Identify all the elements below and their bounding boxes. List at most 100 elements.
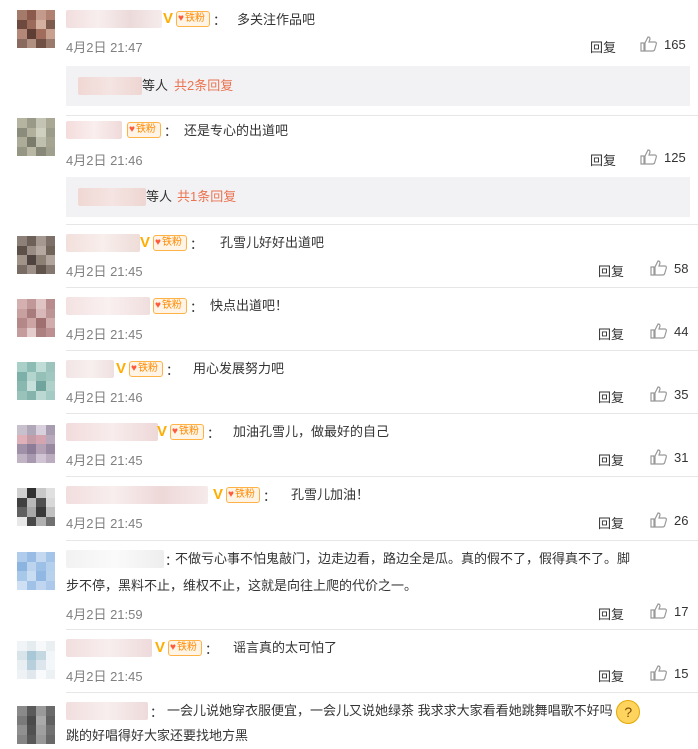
user-badges: V ♥ 铁粉 ： (157, 423, 220, 441)
like-button[interactable]: 44 (650, 323, 688, 339)
reply-button[interactable]: 回复 (598, 513, 624, 532)
comment-time: 4月2日 21:59 (66, 607, 143, 622)
like-button[interactable]: 17 (650, 603, 688, 619)
user-badges: V ♥ 铁粉 ： (213, 486, 276, 504)
comment-text: 谣言真的太可怕了 (233, 640, 338, 655)
avatar[interactable] (17, 10, 55, 48)
fan-badge-label: 铁粉 (176, 642, 197, 653)
username-blurred[interactable] (66, 702, 148, 720)
colon: ： (204, 641, 218, 657)
like-count: 125 (664, 149, 686, 165)
comment-text: 用心发展努力吧 (193, 361, 285, 376)
fan-badge-icon: ♥ 铁粉 (153, 235, 187, 251)
comment-time: 4月2日 21:45 (66, 453, 143, 468)
username-blurred[interactable] (66, 234, 140, 252)
avatar[interactable] (17, 236, 55, 274)
username-blurred[interactable] (66, 550, 164, 568)
user-badges: ♥ 铁粉 ： (127, 121, 177, 139)
username-blurred[interactable] (66, 360, 114, 378)
avatar[interactable] (17, 641, 55, 679)
avatar[interactable] (17, 118, 55, 156)
colon: ： (212, 12, 226, 28)
v-badge-icon: V (213, 486, 224, 503)
reply-button[interactable]: 回复 (590, 37, 616, 56)
comment-time: 4月2日 21:47 (66, 40, 143, 55)
v-badge-icon: V (116, 360, 127, 377)
like-button[interactable]: 15 (650, 665, 688, 681)
avatar[interactable] (17, 425, 55, 463)
fan-badge-icon: ♥ 铁粉 (127, 122, 161, 138)
like-button[interactable]: 31 (650, 449, 688, 465)
reply-button[interactable]: 回复 (590, 150, 616, 169)
colon: ： (206, 425, 220, 441)
subreply-count-link[interactable]: 共2条回复 (174, 77, 233, 95)
v-badge-icon: V (157, 423, 168, 440)
like-button[interactable]: 165 (640, 36, 686, 52)
fan-badge-icon: ♥ 铁粉 (168, 640, 202, 656)
user-badges: V ♥ 铁粉 ： (140, 234, 203, 252)
avatar[interactable] (17, 362, 55, 400)
username-blurred[interactable] (66, 121, 122, 139)
username-blurred[interactable] (66, 639, 152, 657)
colon: ： (189, 236, 203, 252)
thumbs-up-icon (640, 149, 657, 165)
thumbs-up-icon (640, 36, 657, 52)
user-badges: V ♥ 铁粉 ： (163, 10, 226, 28)
fan-badge-icon: ♥ 铁粉 (176, 11, 210, 27)
colon: ： (150, 704, 164, 720)
reply-button[interactable]: 回复 (598, 666, 624, 685)
comment-time: 4月2日 21:45 (66, 669, 143, 684)
fan-badge-label: 铁粉 (161, 300, 182, 311)
like-count: 17 (674, 603, 689, 619)
like-button[interactable]: 35 (650, 386, 688, 402)
thumbs-up-icon (650, 260, 667, 276)
fan-badge-label: 铁粉 (178, 426, 199, 437)
comment-time: 4月2日 21:45 (66, 327, 143, 342)
fan-badge-label: 铁粉 (184, 13, 205, 24)
colon: ： (189, 299, 203, 315)
user-badges: V ♥ 铁粉 ： (155, 639, 218, 657)
avatar[interactable] (17, 706, 55, 744)
like-count: 165 (664, 36, 686, 52)
like-button[interactable]: 26 (650, 512, 688, 528)
thumbs-up-icon (650, 449, 667, 465)
subreply-count-link[interactable]: 共1条回复 (177, 188, 236, 206)
comment-time: 4月2日 21:46 (66, 390, 143, 405)
subreply-box[interactable]: 等人 共2条回复 (66, 66, 690, 106)
reply-button[interactable]: 回复 (598, 261, 624, 280)
colon: ： (165, 362, 179, 378)
like-count: 31 (674, 449, 689, 465)
username-blurred[interactable] (66, 486, 208, 504)
divider (66, 287, 698, 288)
avatar[interactable] (17, 552, 55, 590)
avatar[interactable] (17, 488, 55, 526)
reply-button[interactable]: 回复 (598, 387, 624, 406)
reply-button[interactable]: 回复 (598, 604, 624, 623)
fan-badge-icon: ♥ 铁粉 (153, 298, 187, 314)
username-blurred[interactable] (66, 297, 150, 315)
divider (66, 540, 698, 541)
fan-badge-label: 铁粉 (161, 237, 182, 248)
fan-badge-icon: ♥ 铁粉 (226, 487, 260, 503)
subreply-suffix: 等人 (142, 78, 169, 93)
username-blurred[interactable] (66, 10, 162, 28)
comment-text-line2: 步不停，黑料不止，维权不止，这就是向往上爬的代价之一。 (66, 578, 418, 593)
reply-button[interactable]: 回复 (598, 324, 624, 343)
subreply-names-blurred (78, 188, 146, 206)
comment-text: 快点出道吧！ (210, 298, 289, 313)
like-button[interactable]: 58 (650, 260, 688, 276)
subreply-names-blurred (78, 77, 142, 95)
fan-badge-label: 铁粉 (234, 489, 255, 500)
comment-text-line1-content: 一会儿说她穿衣服便宜，一会儿又说她绿茶 我求求大家看看她跳舞唱歌不好吗 (167, 703, 613, 718)
like-count: 26 (674, 512, 689, 528)
subreply-box[interactable]: 等人 共1条回复 (66, 177, 690, 217)
fan-badge-icon: ♥ 铁粉 (170, 424, 204, 440)
reply-button[interactable]: 回复 (598, 450, 624, 469)
thumbs-up-icon (650, 603, 667, 619)
username-blurred[interactable] (66, 423, 158, 441)
divider (66, 224, 698, 225)
like-button[interactable]: 125 (640, 149, 686, 165)
thumbs-up-icon (650, 512, 667, 528)
avatar[interactable] (17, 299, 55, 337)
comment-time: 4月2日 21:45 (66, 516, 143, 531)
